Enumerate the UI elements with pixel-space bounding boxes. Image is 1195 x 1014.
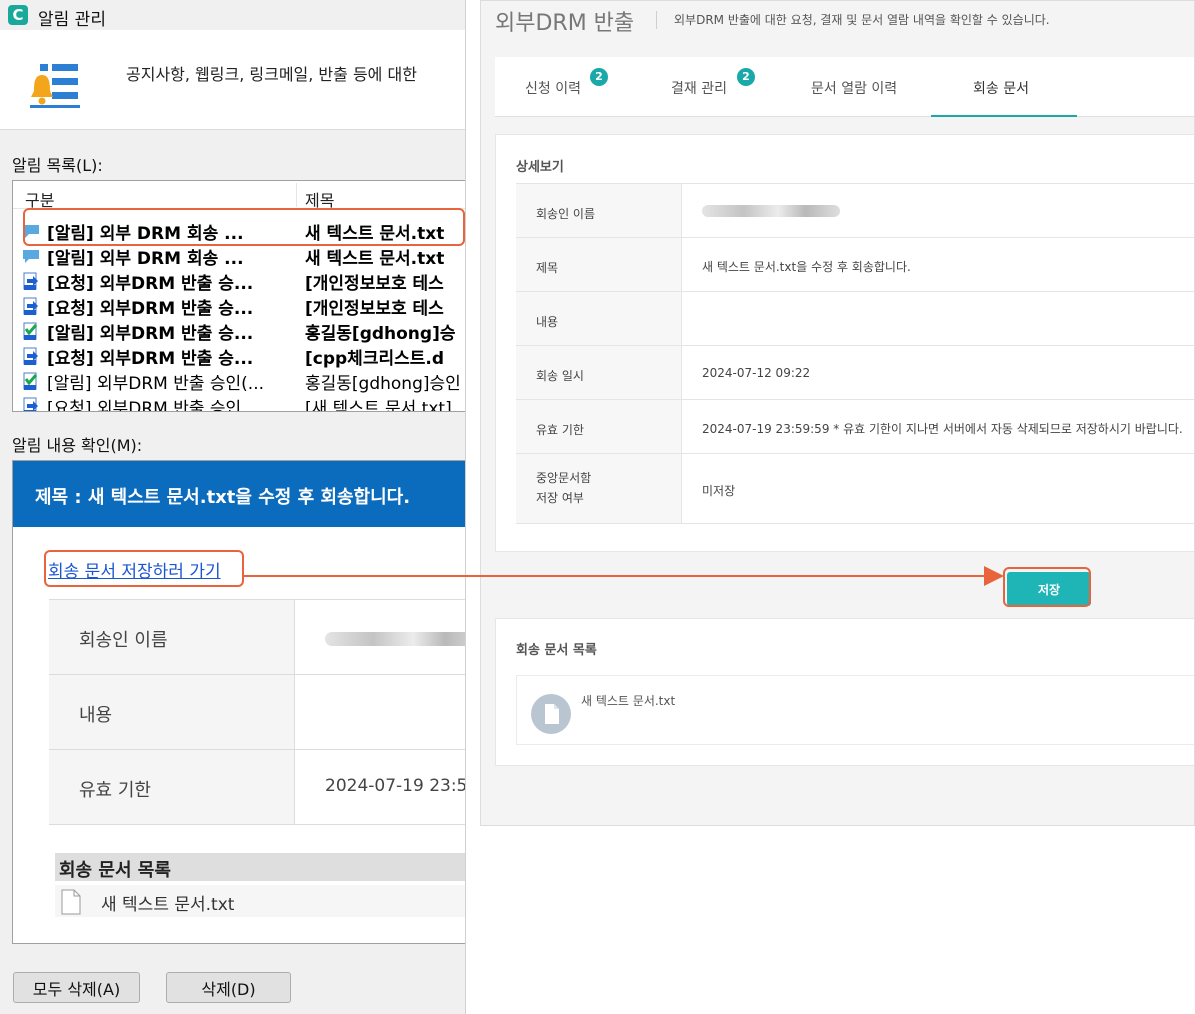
detail-heading: 상세보기	[516, 160, 564, 175]
blurred-sender-name	[702, 205, 840, 217]
text-file-icon	[61, 889, 81, 915]
message-info-table: 회송인 이름 내용 유효 기한 2024-07-19 23:5	[49, 599, 466, 825]
tab-request-history[interactable]: 신청 이력 2	[495, 57, 640, 117]
drm-request-icon	[23, 297, 38, 315]
detail-label: 내용	[536, 315, 559, 329]
chat-bubble-icon	[23, 250, 39, 263]
list-item[interactable]: [알림] 외부 DRM 회송 ... 새 텍스트 문서.txt	[13, 243, 465, 269]
detail-row-title: 제목 새 텍스트 문서.txt을 수정 후 회송합니다.	[516, 238, 1194, 292]
detail-table: 회송인 이름 제목 새 텍스트 문서.txt을 수정 후 회송합니다. 내용 회…	[516, 183, 1194, 524]
list-item[interactable]: [알림] 외부DRM 반출 승... 홍길동[gdhong]승	[13, 318, 465, 344]
content-label: 알림 내용 확인(M):	[12, 436, 143, 455]
window-title: 알림 관리	[38, 10, 106, 30]
tab-label: 문서 열람 이력	[811, 81, 898, 97]
tab-bar: 신청 이력 2 결재 관리 2 문서 열람 이력 회송 문서	[495, 57, 1194, 117]
window-titlebar: C 알림 관리	[0, 0, 465, 30]
selected-row-highlight	[23, 208, 465, 246]
detail-value: 2024-07-12 09:22	[702, 366, 811, 380]
detail-card: 상세보기 회송인 이름 제목 새 텍스트 문서.txt을 수정 후 회송합니다.…	[495, 134, 1194, 552]
drm-approved-icon	[23, 372, 38, 390]
save-button-highlight	[1003, 567, 1091, 607]
list-item-title: 새 텍스트 문서.txt	[305, 249, 445, 269]
message-title-bar: 제목 : 새 텍스트 문서.txt을 수정 후 회송합니다.	[13, 461, 465, 527]
list-label: 알림 목록(L):	[12, 156, 103, 175]
info-label: 유효 기한	[79, 780, 151, 801]
tab-approval-management[interactable]: 결재 관리 2	[640, 57, 785, 117]
tab-document-view-history[interactable]: 문서 열람 이력	[785, 57, 931, 117]
list-item-title: [개인정보보호 테스	[305, 299, 444, 319]
return-files-heading: 회송 문서 목록	[516, 643, 597, 658]
drm-request-icon	[23, 397, 38, 411]
info-label: 회송인 이름	[79, 630, 168, 651]
detail-row-content: 내용	[516, 292, 1194, 346]
return-files-header: 회송 문서 목록	[55, 853, 465, 881]
info-row-sender: 회송인 이름	[49, 600, 465, 675]
page-title: 외부DRM 반출	[495, 11, 635, 36]
bell-list-icon	[30, 64, 80, 108]
list-item[interactable]: [요청] 외부DRM 반출 승인 ... [새 텍스트 문서.txt]	[13, 393, 465, 412]
return-files-card: 회송 문서 목록 새 텍스트 문서.txt	[495, 618, 1194, 766]
list-item[interactable]: [요청] 외부DRM 반출 승... [개인정보보호 테스	[13, 293, 465, 319]
notification-manager-window: C 알림 관리 공지사항, 웹링크, 링크메일, 반출 등에 대한 알림 목록(…	[0, 0, 466, 1014]
link-highlight	[44, 550, 244, 587]
detail-value: 미저장	[702, 484, 736, 498]
detail-label: 회송 일시	[536, 369, 584, 383]
list-item[interactable]: [요청] 외부DRM 반출 승... [cpp체크리스트.d	[13, 343, 465, 369]
page-description: 외부DRM 반출에 대한 요청, 결재 및 문서 열람 내역을 확인할 수 있습…	[674, 13, 1050, 27]
tab-label: 회송 문서	[973, 81, 1029, 97]
message-title: 제목 : 새 텍스트 문서.txt을 수정 후 회송합니다.	[35, 487, 411, 508]
detail-row-expiry: 유효 기한 2024-07-19 23:59:59 * 유효 기한이 지나면 서…	[516, 400, 1194, 454]
detail-label: 제목	[536, 261, 559, 275]
tab-return-documents[interactable]: 회송 문서	[931, 57, 1077, 117]
return-file-item[interactable]: 새 텍스트 문서.txt	[516, 675, 1194, 745]
list-item-category: [요청] 외부DRM 반출 승인 ...	[47, 399, 263, 412]
list-item-title: 홍길동[gdhong]승인	[305, 374, 461, 394]
list-item-title: [개인정보보호 테스	[305, 274, 444, 294]
info-row-content: 내용	[49, 675, 465, 750]
list-item-category: [알림] 외부DRM 반출 승...	[47, 324, 254, 344]
file-icon	[531, 694, 571, 734]
detail-row-sender: 회송인 이름	[516, 184, 1194, 238]
return-file-name: 새 텍스트 문서.txt	[581, 694, 676, 708]
detail-label: 회송인 이름	[536, 207, 596, 221]
header-area: 공지사항, 웹링크, 링크메일, 반출 등에 대한	[0, 30, 465, 130]
return-file-item[interactable]: 새 텍스트 문서.txt	[55, 885, 465, 917]
detail-row-saved-status: 중앙문서함 저장 여부 미저장	[516, 454, 1194, 524]
tab-label: 결재 관리	[671, 81, 727, 97]
return-files-heading: 회송 문서 목록	[59, 860, 171, 881]
list-item-category: [요청] 외부DRM 반출 승...	[47, 299, 254, 319]
message-content-panel: 제목 : 새 텍스트 문서.txt을 수정 후 회송합니다. 회송 문서 저장하…	[12, 460, 466, 944]
detail-label: 중앙문서함 저장 여부	[536, 471, 592, 505]
detail-row-return-date: 회송 일시 2024-07-12 09:22	[516, 346, 1194, 400]
return-file-name: 새 텍스트 문서.txt	[101, 895, 235, 915]
header-description: 공지사항, 웹링크, 링크메일, 반출 등에 대한	[126, 65, 417, 84]
list-item-title: [cpp체크리스트.d	[305, 349, 445, 369]
tab-badge: 2	[737, 68, 755, 86]
list-item[interactable]: [알림] 외부DRM 반출 승인(... 홍길동[gdhong]승인	[13, 368, 465, 394]
tab-label: 신청 이력	[525, 81, 581, 97]
drm-export-web-panel: 외부DRM 반출 외부DRM 반출에 대한 요청, 결재 및 문서 열람 내역을…	[480, 0, 1195, 826]
list-item-category: [알림] 외부DRM 반출 승인(...	[47, 374, 265, 394]
app-logo-icon: C	[8, 5, 28, 25]
list-item-category: [요청] 외부DRM 반출 승...	[47, 349, 254, 369]
list-item-category: [알림] 외부 DRM 회송 ...	[47, 249, 244, 269]
blurred-sender-name	[325, 632, 465, 646]
list-header: 구분 제목	[13, 181, 465, 210]
list-item-title: 홍길동[gdhong]승	[305, 324, 456, 344]
detail-label: 유효 기한	[536, 423, 584, 437]
detail-value: 새 텍스트 문서.txt을 수정 후 회송합니다.	[702, 260, 911, 274]
drm-approved-icon	[23, 322, 38, 340]
list-item[interactable]: [요청] 외부DRM 반출 승... [개인정보보호 테스	[13, 268, 465, 294]
drm-request-icon	[23, 347, 38, 365]
delete-button[interactable]: 삭제(D)	[166, 972, 291, 1003]
list-item-category: [요청] 외부DRM 반출 승...	[47, 274, 254, 294]
info-label: 내용	[79, 705, 113, 726]
info-value-expiry: 2024-07-19 23:5	[325, 776, 466, 796]
tab-badge: 2	[590, 68, 608, 86]
detail-value: 2024-07-19 23:59:59 * 유효 기한이 지나면 서버에서 자동…	[702, 422, 1183, 436]
delete-all-button[interactable]: 모두 삭제(A)	[13, 972, 140, 1003]
info-row-expiry: 유효 기한 2024-07-19 23:5	[49, 750, 466, 825]
list-item-title: [새 텍스트 문서.txt]	[305, 399, 452, 412]
drm-request-icon	[23, 272, 38, 290]
